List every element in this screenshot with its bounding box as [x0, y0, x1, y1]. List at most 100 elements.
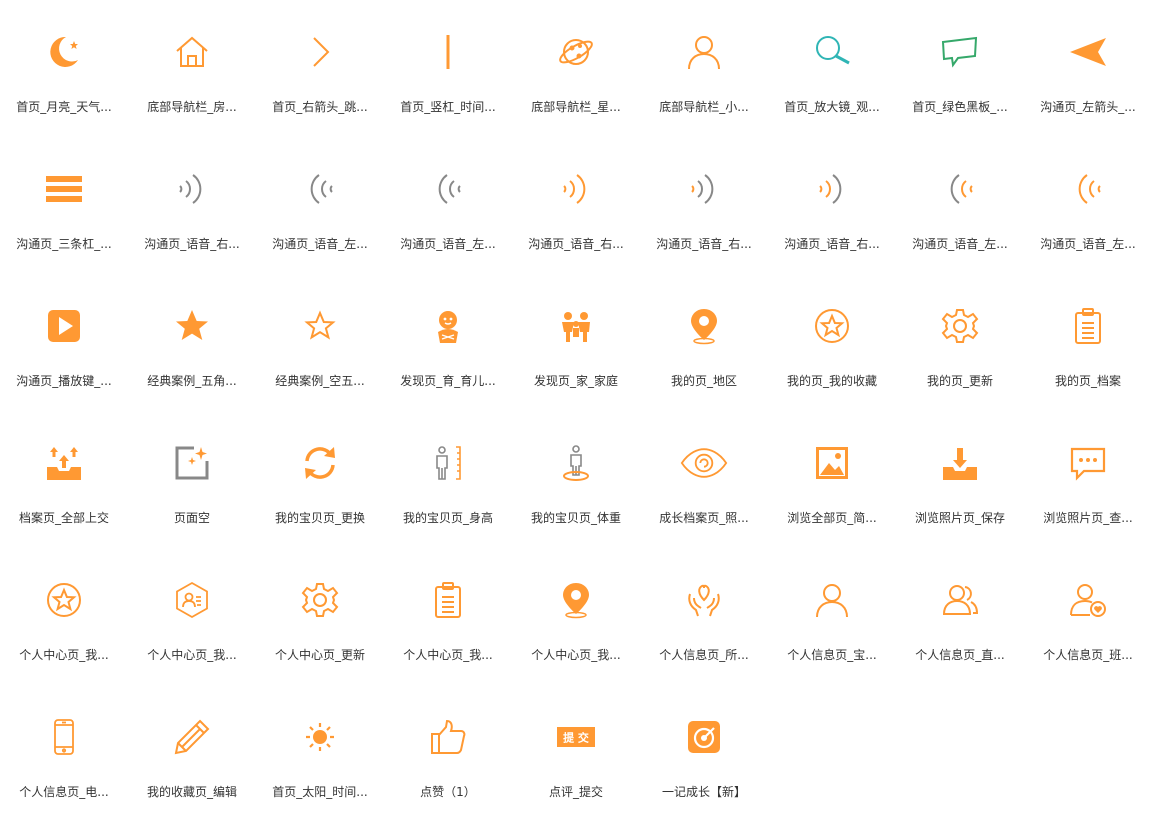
icon-label: 首页_月亮_天气... [16, 100, 112, 114]
icon-label: 浏览全部页_简... [787, 511, 877, 525]
gear-icon [296, 576, 344, 624]
icon-cell[interactable]: 个人中心页_我... [0, 562, 128, 699]
phone-icon [40, 713, 88, 761]
icon-label: 底部导航栏_星... [531, 100, 621, 114]
icon-cell[interactable]: 个人信息页_班... [1024, 562, 1152, 699]
clipboard-icon [424, 576, 472, 624]
icon-cell[interactable]: 沟通页_语音_左... [1024, 151, 1152, 288]
icon-cell[interactable]: 发现页_家_家庭 [512, 288, 640, 425]
icon-cell[interactable]: 沟通页_三条杠_... [0, 151, 128, 288]
icon-label: 底部导航栏_房... [147, 100, 237, 114]
icon-label: 首页_右箭头_跳... [272, 100, 368, 114]
icon-cell[interactable]: 个人信息页_直... [896, 562, 1024, 699]
icon-cell[interactable]: 浏览全部页_简... [768, 425, 896, 562]
height-icon [424, 439, 472, 487]
icon-label: 沟通页_左箭头_... [1040, 100, 1136, 114]
icon-cell[interactable]: 我的收藏页_编辑 [128, 699, 256, 836]
icon-cell[interactable]: 个人中心页_我... [512, 562, 640, 699]
refresh-icon [296, 439, 344, 487]
icon-cell[interactable]: 沟通页_语音_右... [640, 151, 768, 288]
icon-cell[interactable]: 底部导航栏_房... [128, 14, 256, 151]
icon-label: 个人信息页_直... [915, 648, 1005, 662]
icon-cell[interactable]: 个人中心页_更新 [256, 562, 384, 699]
icon-cell[interactable]: 首页_绿色黑板_... [896, 14, 1024, 151]
image-icon [808, 439, 856, 487]
icon-cell[interactable]: 个人信息页_所... [640, 562, 768, 699]
icon-cell[interactable]: 沟通页_语音_右... [768, 151, 896, 288]
icon-cell[interactable]: 我的页_更新 [896, 288, 1024, 425]
thumbs-up-icon [424, 713, 472, 761]
icon-cell[interactable]: 我的宝贝页_身高 [384, 425, 512, 562]
icon-cell[interactable]: 沟通页_语音_右... [128, 151, 256, 288]
icon-label: 个人信息页_电... [19, 785, 109, 799]
icon-cell[interactable]: 个人信息页_电... [0, 699, 128, 836]
icon-cell[interactable]: 我的宝贝页_更换 [256, 425, 384, 562]
icon-label: 沟通页_语音_右... [144, 237, 240, 251]
icon-cell[interactable]: 沟通页_语音_左... [896, 151, 1024, 288]
icon-label: 沟通页_语音_左... [912, 237, 1008, 251]
voice-left-orange-icon [1064, 165, 1112, 213]
person-heart-icon [1064, 576, 1112, 624]
icon-cell[interactable]: 沟通页_播放键_... [0, 288, 128, 425]
icon-label: 沟通页_三条杠_... [16, 237, 112, 251]
vertical-bar-icon [424, 28, 472, 76]
icon-cell[interactable]: 沟通页_左箭头_... [1024, 14, 1152, 151]
icon-cell[interactable]: 页面空 [128, 425, 256, 562]
icon-label: 我的宝贝页_体重 [530, 511, 621, 525]
icon-cell[interactable]: 提 交 点评_提交 [512, 699, 640, 836]
icon-cell[interactable]: 沟通页_语音_左... [384, 151, 512, 288]
icon-cell[interactable]: 点赞（1） [384, 699, 512, 836]
star-circle-icon [40, 576, 88, 624]
planet-icon [552, 28, 600, 76]
icon-cell[interactable]: 首页_放大镜_观... [768, 14, 896, 151]
magnifier-icon [808, 28, 856, 76]
icon-cell[interactable]: 沟通页_语音_右... [512, 151, 640, 288]
icon-cell[interactable]: 个人中心页_我... [384, 562, 512, 699]
icon-label: 沟通页_语音_左... [400, 237, 496, 251]
icon-cell[interactable]: 首页_太阳_时间... [256, 699, 384, 836]
icon-cell[interactable]: 首页_竖杠_时间... [384, 14, 512, 151]
target-square-icon [680, 713, 728, 761]
icon-cell[interactable]: 浏览照片页_保存 [896, 425, 1024, 562]
icon-cell[interactable]: 底部导航栏_小... [640, 14, 768, 151]
hands-heart-icon [680, 576, 728, 624]
icon-label: 首页_放大镜_观... [784, 100, 880, 114]
star-outline-icon [296, 302, 344, 350]
icon-label: 我的页_地区 [670, 374, 737, 388]
icon-label: 我的页_我的收藏 [786, 374, 877, 388]
icon-cell[interactable]: 我的页_我的收藏 [768, 288, 896, 425]
icon-cell[interactable]: 档案页_全部上交 [0, 425, 128, 562]
icon-label: 我的宝贝页_身高 [402, 511, 493, 525]
icon-label: 个人中心页_我... [147, 648, 237, 662]
icon-cell[interactable]: 我的页_地区 [640, 288, 768, 425]
icon-cell[interactable]: 个人中心页_我... [128, 562, 256, 699]
icon-cell[interactable]: 一记成长【新】 [640, 699, 768, 836]
icon-label: 沟通页_语音_左... [1040, 237, 1136, 251]
icon-cell[interactable]: 发现页_育_育儿... [384, 288, 512, 425]
icon-label: 档案页_全部上交 [18, 511, 109, 525]
house-icon [168, 28, 216, 76]
icon-cell[interactable]: 首页_右箭头_跳... [256, 14, 384, 151]
voice-right-mixed-icon [680, 165, 728, 213]
voice-right-mixed-icon [808, 165, 856, 213]
location-pin-icon [680, 302, 728, 350]
icon-cell[interactable]: 经典案例_空五... [256, 288, 384, 425]
star-filled-icon [168, 302, 216, 350]
three-bars-icon [40, 165, 88, 213]
icon-label: 一记成长【新】 [661, 785, 746, 799]
icon-label: 成长档案页_照... [659, 511, 749, 525]
play-button-icon [40, 302, 88, 350]
icon-cell[interactable]: 浏览照片页_查... [1024, 425, 1152, 562]
icon-label: 经典案例_空五... [275, 374, 365, 388]
icon-cell[interactable]: 我的宝贝页_体重 [512, 425, 640, 562]
icon-label: 经典案例_五角... [147, 374, 237, 388]
icon-label: 个人信息页_所... [659, 648, 749, 662]
icon-cell[interactable]: 经典案例_五角... [128, 288, 256, 425]
icon-cell[interactable]: 个人信息页_宝... [768, 562, 896, 699]
icon-cell[interactable]: 首页_月亮_天气... [0, 14, 128, 151]
icon-cell[interactable]: 我的页_档案 [1024, 288, 1152, 425]
icon-cell[interactable]: 成长档案页_照... [640, 425, 768, 562]
icon-cell[interactable]: 沟通页_语音_左... [256, 151, 384, 288]
icon-cell[interactable]: 底部导航栏_星... [512, 14, 640, 151]
svg-text:提 交: 提 交 [563, 731, 589, 745]
